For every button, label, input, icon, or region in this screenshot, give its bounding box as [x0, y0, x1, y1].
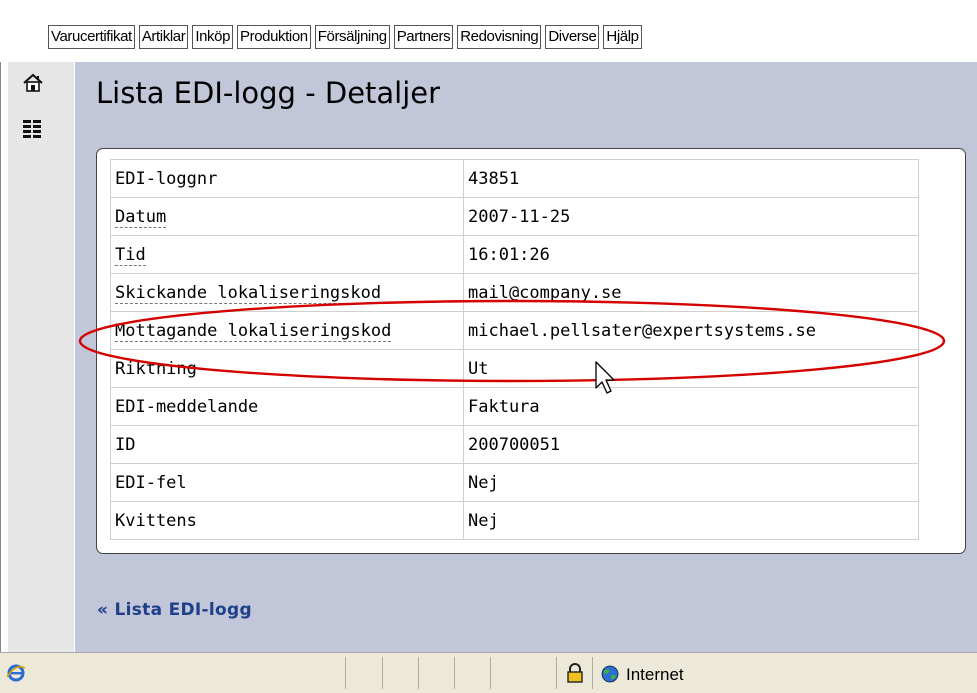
menu-item-forsaljning[interactable]: Försäljning: [314, 25, 390, 49]
menu-item-hjalp[interactable]: Hjälp: [603, 25, 642, 49]
field-value: Nej: [463, 501, 919, 540]
table-row: Riktning Ut: [110, 349, 919, 388]
field-value: Ut: [463, 349, 919, 388]
status-separator: [454, 657, 455, 689]
status-bar: Internet: [0, 652, 977, 693]
status-separator: [418, 657, 419, 689]
back-to-list-link[interactable]: « Lista EDI-logg: [97, 600, 252, 620]
page-title: Lista EDI-logg - Detaljer: [96, 76, 441, 110]
field-value: 2007-11-25: [463, 197, 919, 236]
field-label[interactable]: Mottagande lokaliseringskod: [115, 320, 392, 342]
details-card: EDI-loggnr 43851 Datum 2007-11-25 Tid 16:01:2…: [96, 148, 966, 554]
field-label[interactable]: Skickande lokaliseringskod: [115, 282, 382, 304]
status-separator: [490, 657, 491, 689]
table-row: Mottagande lokaliseringskod michael.pells…: [110, 311, 919, 350]
details-table: EDI-loggnr 43851 Datum 2007-11-25 Tid 16:01:2…: [110, 159, 919, 540]
globe-icon: [601, 665, 619, 683]
table-row: Skickande lokaliseringskod mail@company.s…: [110, 273, 919, 312]
field-label[interactable]: Tid: [115, 244, 146, 266]
menu-item-varucertifikat[interactable]: Varucertifikat: [48, 25, 135, 49]
table-row: EDI-fel Nej: [110, 463, 919, 502]
list-icon[interactable]: [22, 118, 42, 140]
field-value: mail@company.se: [463, 273, 919, 312]
field-label-cell: Mottagande lokaliseringskod: [110, 311, 464, 350]
security-zone-label: Internet: [626, 665, 684, 684]
field-label-cell: EDI-loggnr: [110, 159, 464, 198]
field-label: EDI-fel: [115, 472, 187, 493]
field-label: EDI-loggnr: [115, 168, 218, 189]
field-label-cell: Riktning: [110, 349, 464, 388]
table-row: EDI-meddelande Faktura: [110, 387, 919, 426]
menu-item-partners[interactable]: Partners: [393, 25, 454, 49]
field-label-cell: Datum: [110, 197, 464, 236]
main-menu: Varucertifikat Artiklar Inköp Produktion…: [48, 25, 642, 49]
field-label-cell: EDI-meddelande: [110, 387, 464, 426]
menu-item-redovisning[interactable]: Redovisning: [457, 25, 542, 49]
ie-icon: [6, 664, 26, 682]
field-value: 16:01:26: [463, 235, 919, 274]
field-label: Riktning: [115, 358, 197, 379]
field-label-cell: ID: [110, 425, 464, 464]
field-label[interactable]: Datum: [115, 206, 167, 228]
field-label: Kvittens: [115, 510, 197, 531]
field-label-cell: Kvittens: [110, 501, 464, 540]
table-row: ID 200700051: [110, 425, 919, 464]
table-row: Tid 16:01:26: [110, 235, 919, 274]
field-label-cell: Tid: [110, 235, 464, 274]
table-row: EDI-loggnr 43851: [110, 159, 919, 198]
lock-icon: [567, 663, 583, 683]
status-separator: [592, 657, 593, 689]
browser-window: Varucertifikat Artiklar Inköp Produktion…: [0, 0, 977, 693]
menu-item-artiklar[interactable]: Artiklar: [138, 25, 189, 49]
menu-item-diverse[interactable]: Diverse: [545, 25, 600, 49]
field-value: michael.pellsater@expertsystems.se: [463, 311, 919, 350]
status-separator: [382, 657, 383, 689]
field-value: 43851: [463, 159, 919, 198]
field-label: EDI-meddelande: [115, 396, 259, 417]
top-menu-bar: Varucertifikat Artiklar Inköp Produktion…: [0, 0, 977, 62]
field-label-cell: Skickande lokaliseringskod: [110, 273, 464, 312]
status-separator: [345, 657, 346, 689]
field-label-cell: EDI-fel: [110, 463, 464, 502]
home-icon[interactable]: [22, 72, 44, 94]
table-row: Kvittens Nej: [110, 501, 919, 540]
menu-item-produktion[interactable]: Produktion: [237, 25, 311, 49]
table-row: Datum 2007-11-25: [110, 197, 919, 236]
field-label: ID: [115, 434, 136, 455]
left-sidebar-strip: [8, 62, 74, 652]
menu-item-inkop[interactable]: Inköp: [192, 25, 234, 49]
status-separator: [556, 657, 557, 689]
field-value: 200700051: [463, 425, 919, 464]
field-value: Nej: [463, 463, 919, 502]
field-value: Faktura: [463, 387, 919, 426]
